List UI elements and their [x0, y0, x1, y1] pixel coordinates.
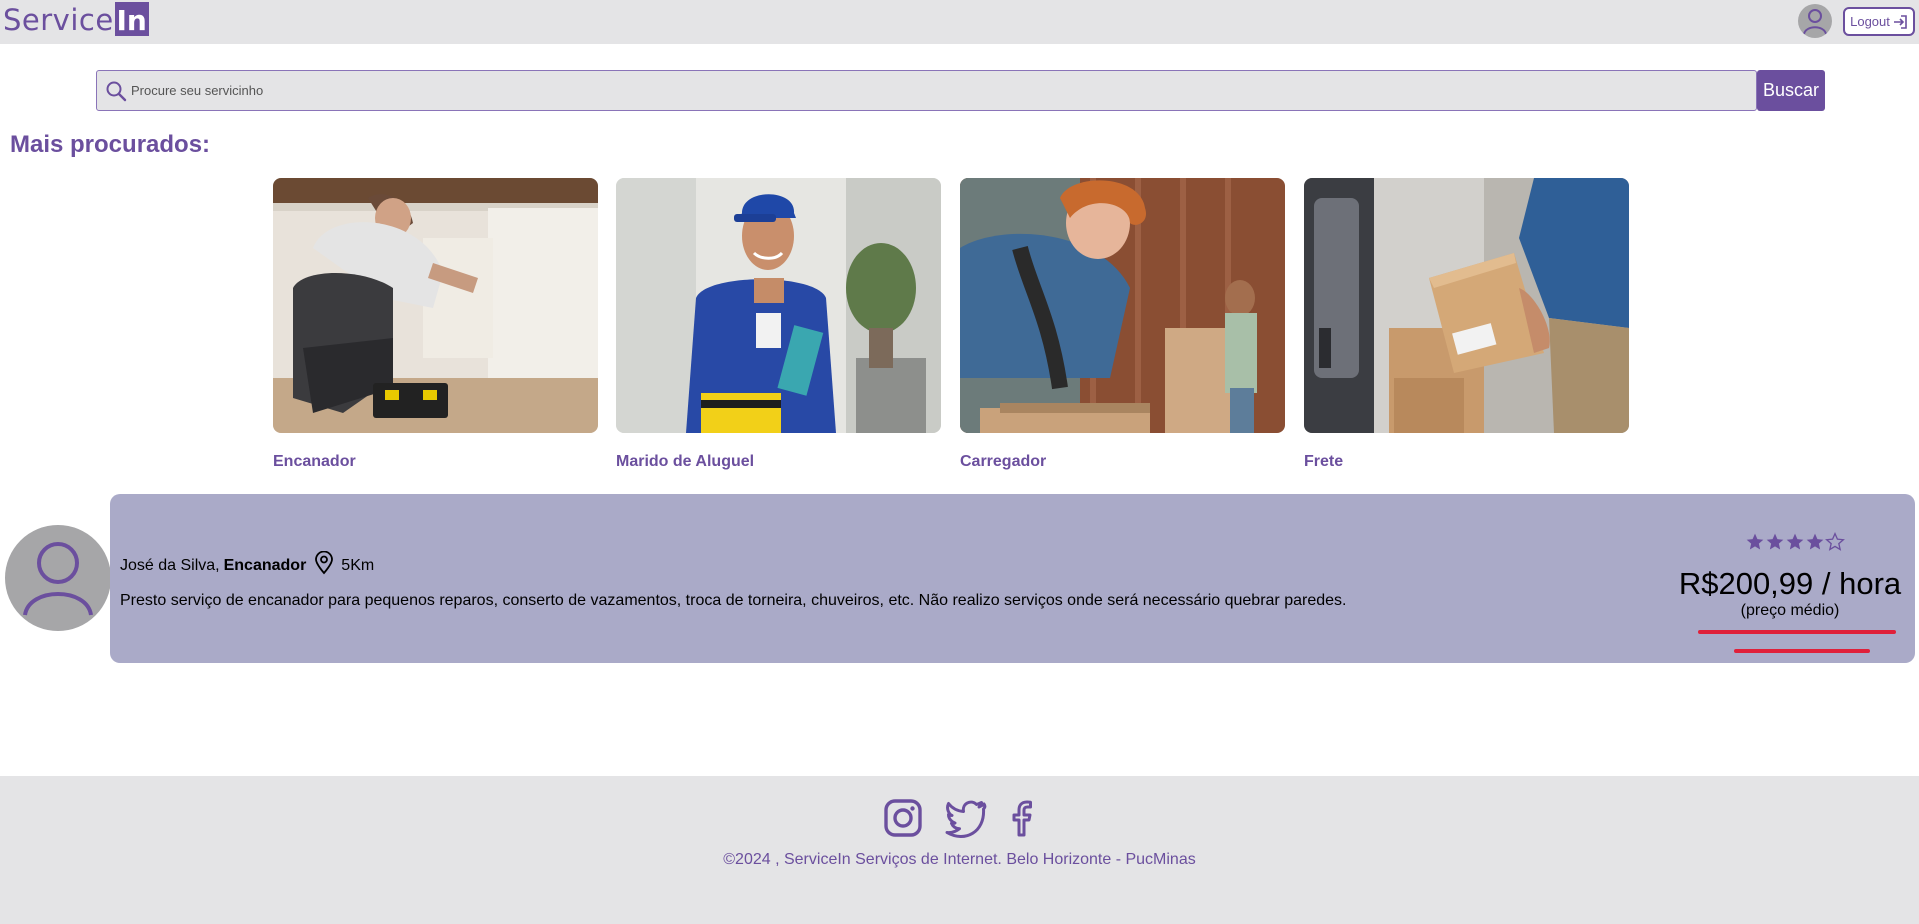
logout-button[interactable]: Logout: [1843, 7, 1915, 36]
provider-description: Presto serviço de encanador para pequeno…: [120, 592, 1347, 609]
section-title-popular: Mais procurados:: [10, 131, 211, 158]
logout-icon: [1893, 14, 1907, 29]
location-pin-icon: [315, 551, 334, 575]
plumber-photo[interactable]: [273, 178, 598, 433]
popular-card-marido-de-aluguel[interactable]: Marido de Aluguel: [616, 178, 941, 470]
movers-photo[interactable]: [960, 178, 1285, 433]
popular-card-label: Carregador: [960, 453, 1047, 470]
star-filled-icon: [1766, 533, 1784, 550]
popular-card-frete[interactable]: Frete: [1304, 178, 1629, 470]
provider-header: José da Silva, Encanador 5Km: [120, 551, 375, 578]
red-underline-mark: [1698, 630, 1896, 634]
search-icon: [106, 81, 127, 101]
delivery-photo[interactable]: [1304, 178, 1629, 433]
logo-text: Service: [3, 3, 114, 37]
popular-card-encanador[interactable]: Encanador: [273, 178, 598, 470]
provider-profession: Encanador: [223, 557, 307, 574]
logo-box: In: [114, 2, 149, 37]
servicein-logo[interactable]: Service In: [3, 2, 149, 38]
social-links: [0, 798, 1919, 838]
provider-price: R$200,99 / hora: [1678, 566, 1902, 601]
star-filled-icon: [1806, 533, 1824, 550]
provider-name: José da Silva,: [120, 557, 220, 574]
popular-card-label: Marido de Aluguel: [616, 453, 755, 470]
search-input[interactable]: [131, 83, 1731, 98]
popular-card-label: Encanador: [273, 453, 356, 470]
copyright-text: ©2024 , ServiceIn Serviços de Internet. …: [723, 851, 1196, 868]
handyman-photo[interactable]: [616, 178, 941, 433]
twitter-icon[interactable]: [945, 798, 987, 838]
popular-card-carregador[interactable]: Carregador: [960, 178, 1285, 470]
instagram-icon[interactable]: [883, 798, 923, 838]
provider-distance: 5Km: [341, 557, 375, 574]
search-bar: [96, 70, 1757, 111]
logout-label: Logout: [1850, 14, 1890, 29]
price-note: (preço médio): [1740, 602, 1840, 619]
star-filled-icon: [1786, 533, 1804, 550]
star-empty-icon: [1825, 532, 1845, 551]
search-button[interactable]: Buscar: [1757, 70, 1825, 111]
footer: ©2024 , ServiceIn Serviços de Internet. …: [0, 776, 1919, 924]
facebook-icon[interactable]: [1009, 798, 1037, 838]
star-filled-icon: [1746, 533, 1764, 550]
red-underline-mark: [1734, 649, 1870, 653]
provider-card[interactable]: José da Silva, Encanador 5Km Presto serv…: [110, 494, 1915, 663]
provider-avatar-icon[interactable]: [5, 525, 111, 631]
user-avatar-icon[interactable]: [1798, 4, 1832, 38]
top-navbar: Service In Logout: [0, 0, 1919, 44]
rating-stars: [1745, 532, 1845, 552]
popular-card-label: Frete: [1304, 453, 1344, 470]
